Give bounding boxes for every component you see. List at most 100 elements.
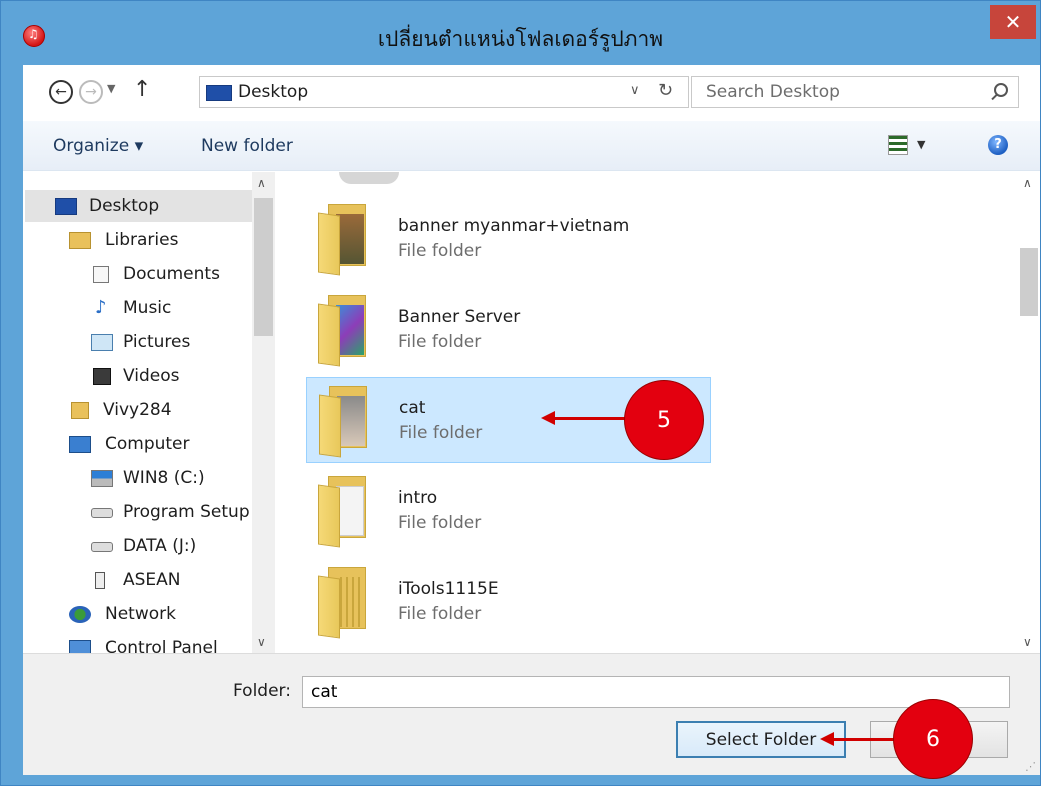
folder-item[interactable]: Banner Server File folder: [306, 287, 711, 373]
view-dropdown-icon[interactable]: ▼: [917, 138, 925, 151]
forward-button[interactable]: →: [79, 80, 103, 104]
nav-item-pictures[interactable]: Pictures: [25, 326, 253, 358]
nav-item-documents[interactable]: Documents: [25, 258, 253, 290]
address-row: ← → ▼ ↑ Desktop ∨ ↻ Search Desktop: [23, 65, 1040, 121]
nav-item-network[interactable]: Network: [25, 598, 253, 630]
nav-item-vivy284[interactable]: Vivy284: [25, 394, 253, 426]
nav-item-music[interactable]: ♪ Music: [25, 292, 253, 324]
nav-item-desktop[interactable]: Desktop: [25, 190, 253, 222]
search-icon[interactable]: [994, 83, 1008, 97]
folder-icon: [318, 567, 366, 639]
nav-label: Control Panel: [105, 638, 218, 653]
nav-label: Music: [123, 298, 172, 318]
pictures-icon: [91, 334, 113, 351]
folder-icon: [318, 295, 366, 367]
dialog-body: ← → ▼ ↑ Desktop ∨ ↻ Search Desktop Organ…: [23, 65, 1040, 779]
scroll-up-arrow[interactable]: ∧: [1023, 176, 1032, 190]
callout-arrow: [820, 732, 902, 746]
nav-label: Computer: [105, 434, 190, 454]
file-scrollbar[interactable]: ∧ ∨: [1018, 172, 1040, 653]
recent-locations-dropdown[interactable]: ▼: [107, 82, 115, 95]
nav-item-program-setup[interactable]: Program Setup: [25, 496, 253, 528]
close-button[interactable]: ✕: [990, 5, 1036, 39]
folder-label: Folder:: [233, 681, 291, 701]
step-6-callout: 6: [893, 699, 973, 779]
scroll-down-arrow[interactable]: ∨: [1023, 635, 1032, 649]
folder-type: File folder: [398, 332, 482, 352]
videos-icon: [93, 368, 111, 385]
search-input[interactable]: Search Desktop: [691, 76, 1019, 108]
nav-scroll-thumb[interactable]: [254, 198, 273, 336]
drive-c-icon: [91, 470, 113, 487]
desktop-icon: [55, 198, 77, 215]
nav-item-videos[interactable]: Videos: [25, 360, 253, 392]
refresh-icon[interactable]: ↻: [658, 80, 673, 101]
scroll-up-arrow[interactable]: ∧: [257, 176, 266, 190]
folder-icon: [319, 386, 367, 458]
navigation-pane: Desktop Libraries Documents ♪ Music Pict…: [23, 172, 276, 653]
nav-item-win8-c[interactable]: WIN8 (C:): [25, 462, 253, 494]
nav-item-computer[interactable]: Computer: [25, 428, 253, 460]
nav-label: Pictures: [123, 332, 191, 352]
help-icon[interactable]: ?: [988, 135, 1008, 155]
title-bar[interactable]: เปลี่ยนตำแหน่งโฟลเดอร์รูปภาพ ✕: [1, 1, 1040, 65]
scroll-down-arrow[interactable]: ∨: [257, 635, 266, 649]
control-panel-icon: [69, 640, 91, 653]
folder-type: File folder: [398, 604, 482, 624]
command-bar: Organize ▾ New folder ▼ ?: [23, 121, 1040, 171]
address-bar[interactable]: Desktop ∨ ↻: [199, 76, 689, 108]
bottom-panel: Folder: Select Folder 6 ⋰: [23, 653, 1040, 779]
dialog-title: เปลี่ยนตำแหน่งโฟลเดอร์รูปภาพ: [377, 27, 664, 51]
folder-field[interactable]: [302, 676, 1010, 708]
search-placeholder: Search Desktop: [706, 82, 840, 102]
back-button[interactable]: ←: [49, 80, 73, 104]
nav-label: Documents: [123, 264, 220, 284]
folder-browser-dialog: เปลี่ยนตำแหน่งโฟลเดอร์รูปภาพ ✕ ← → ▼ ↑ D…: [0, 0, 1041, 786]
folder-type: File folder: [398, 513, 482, 533]
computer-icon: [69, 436, 91, 453]
folder-type: File folder: [399, 423, 483, 443]
folder-icon: [318, 204, 366, 276]
nav-scrollbar[interactable]: ∧ ∨: [252, 172, 275, 653]
nav-item-control-panel[interactable]: Control Panel: [25, 632, 253, 653]
up-arrow-icon[interactable]: ↑: [133, 77, 151, 102]
folder-icon: [318, 476, 366, 548]
nav-label: Videos: [123, 366, 180, 386]
folder-type: File folder: [398, 241, 482, 261]
folder-item[interactable]: iTools1115E File folder: [306, 559, 711, 645]
folder-name: banner myanmar+vietnam: [398, 216, 630, 236]
folder-name: Banner Server: [398, 307, 521, 327]
nav-label: ASEAN: [123, 570, 181, 590]
folder-name: iTools1115E: [398, 579, 499, 599]
folder-item[interactable]: banner myanmar+vietnam File folder: [306, 196, 711, 282]
address-text: Desktop: [238, 82, 309, 102]
nav-label: Libraries: [105, 230, 179, 250]
nav-item-libraries[interactable]: Libraries: [25, 224, 253, 256]
nav-label: Program Setup: [123, 502, 250, 522]
folder-item[interactable]: intro File folder: [306, 468, 711, 554]
drive-icon: [91, 542, 113, 552]
usb-drive-icon: [95, 572, 105, 589]
document-icon: [93, 266, 109, 283]
file-scroll-thumb[interactable]: [1020, 248, 1038, 316]
folder-name: cat: [399, 398, 426, 418]
nav-item-data-j[interactable]: DATA (J:): [25, 530, 253, 562]
address-dropdown-icon[interactable]: ∨: [630, 83, 640, 98]
music-icon: ♪: [95, 297, 107, 318]
nav-label: WIN8 (C:): [123, 468, 205, 488]
file-list: banner myanmar+vietnam File folder Banne…: [279, 172, 1040, 653]
organize-button[interactable]: Organize ▾: [53, 136, 143, 156]
user-icon: [71, 402, 89, 419]
libraries-icon: [69, 232, 91, 249]
nav-label: Network: [105, 604, 176, 624]
nav-label: Desktop: [89, 196, 160, 216]
desktop-icon: [206, 85, 232, 101]
new-folder-button[interactable]: New folder: [201, 136, 293, 156]
step-5-callout: 5: [624, 380, 704, 460]
resize-grip[interactable]: ⋰: [1025, 760, 1036, 773]
nav-item-asean[interactable]: ASEAN: [25, 564, 253, 596]
view-options-icon[interactable]: [888, 135, 908, 155]
partial-folder-icon: [339, 172, 399, 184]
folder-name: intro: [398, 488, 438, 508]
nav-label: Vivy284: [103, 400, 172, 420]
